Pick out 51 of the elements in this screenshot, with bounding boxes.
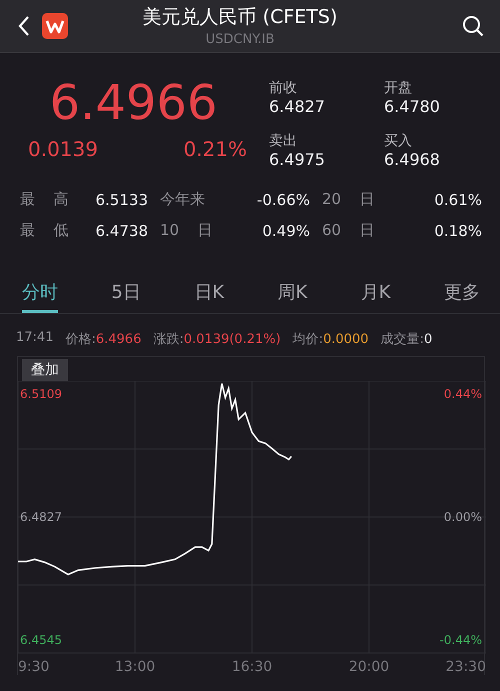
field-label: 前收 [269, 79, 298, 97]
chart-tab[interactable]: 日K [194, 280, 224, 313]
chart-tab[interactable]: 更多 [444, 280, 480, 313]
stat-value: 0.49% [261, 222, 311, 240]
time-axis-label: 9:30 [18, 659, 50, 675]
page-title: 美元兑人民币 (CFETS) [142, 6, 338, 28]
time-axis-label: 16:30 [232, 659, 272, 675]
symbol-code: USDCNY.IB [206, 32, 274, 46]
search-icon[interactable] [462, 15, 484, 37]
field-value: 6.4968 [384, 150, 441, 168]
stat-value: 0.18% [433, 222, 482, 240]
chart-tab[interactable]: 周K [278, 280, 308, 313]
overlay-button[interactable]: 叠加 [22, 359, 68, 381]
price-axis-label: 6.4545 [20, 632, 62, 647]
stat-label: 10 日 [160, 221, 214, 240]
stat-value: 0.61% [433, 190, 482, 208]
percent-axis-label: 0.44% [444, 387, 482, 402]
time-axis-label: 23:30 [446, 659, 486, 675]
chart-tab[interactable]: 分时 [22, 280, 58, 313]
price-axis-label: 6.5109 [20, 387, 62, 402]
stat-label: 今年来 [160, 190, 206, 209]
price-change: 0.0139 [28, 137, 98, 161]
percent-axis-label: 0.00% [444, 510, 482, 524]
field-value: 6.4827 [269, 97, 326, 116]
stat-value: 6.4738 [94, 222, 149, 240]
info-item: 成交量:0 [380, 331, 432, 348]
stat-value: -0.66% [256, 190, 311, 208]
info-item: 价格:6.4966 [65, 331, 142, 348]
stat-label: 20 日 [322, 190, 376, 209]
back-icon[interactable] [18, 15, 30, 37]
time-label: 17:41 [16, 330, 54, 347]
stat-label: 最 低 [20, 221, 70, 240]
price-axis-label: 6.4827 [20, 510, 62, 524]
stat-label: 60 日 [322, 221, 376, 240]
field-value: 6.4780 [384, 97, 441, 116]
info-item: 涨跌:0.0139(0.21%) [153, 331, 281, 348]
percent-change: 0.21% [183, 137, 247, 161]
percent-axis-label: -0.44% [440, 632, 482, 647]
field-value: 6.4975 [269, 150, 326, 168]
field-label: 开盘 [384, 79, 413, 97]
field-label: 卖出 [269, 132, 298, 150]
info-item: 均价:0.0000 [292, 331, 369, 348]
stat-label: 最 高 [20, 190, 70, 209]
logo-icon [42, 13, 68, 39]
current-price: 6.4966 [48, 75, 218, 131]
field-label: 买入 [384, 132, 413, 150]
time-axis-label: 13:00 [114, 659, 156, 675]
chart-tab[interactable]: 5日 [111, 280, 141, 313]
stat-value: 6.5133 [94, 190, 149, 208]
chart-tab[interactable]: 月K [360, 280, 391, 313]
time-axis-label: 20:00 [348, 659, 390, 675]
